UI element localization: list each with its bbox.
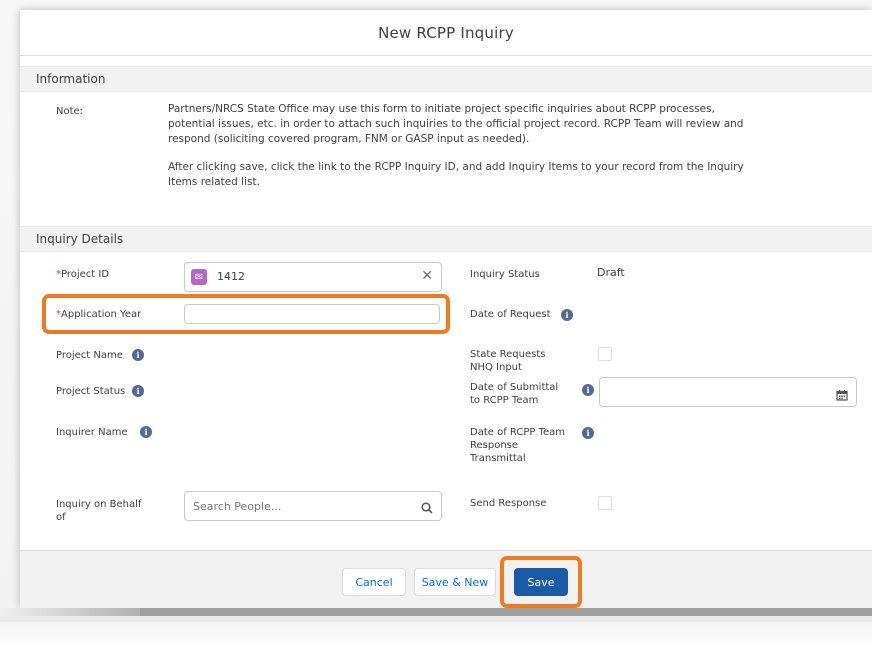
calendar-icon[interactable] (836, 386, 848, 401)
search-people-input[interactable] (193, 497, 403, 515)
project-id-field[interactable]: ✉ 1412 ✕ (184, 262, 442, 292)
section-information[interactable]: Information (20, 66, 872, 92)
state-requests-label: State Requests NHQ Input (470, 349, 546, 373)
note-line: After clicking save, click the link to t… (168, 161, 744, 173)
inquiry-status-value: Draft (597, 266, 625, 279)
modal-title: New RCPP Inquiry (378, 23, 514, 42)
date-of-request-label: Date of Request (470, 309, 551, 320)
inquiry-status-label: Inquiry Status (470, 269, 540, 280)
inquirer-name-label: Inquirer Name (56, 427, 128, 438)
note-line: potential issues, etc. in order to attac… (168, 118, 744, 130)
inquiry-on-behalf-label: Inquiry on Behalf of (56, 499, 142, 523)
info-icon[interactable]: i (561, 309, 573, 321)
project-id-value: 1412 (217, 270, 245, 283)
info-icon[interactable]: i (132, 385, 144, 397)
note-text: Partners/NRCS State Office may use this … (168, 102, 858, 190)
info-icon[interactable]: i (582, 427, 594, 439)
date-of-submittal-label: Date of Submittal to RCPP Team (470, 382, 559, 406)
close-icon[interactable]: ✕ (421, 268, 433, 284)
strip-dark (140, 608, 872, 616)
inquiry-on-behalf-field[interactable] (184, 491, 442, 521)
project-id-label: *Project ID (56, 269, 110, 280)
cancel-button[interactable]: Cancel (342, 568, 406, 596)
section-information-label: Information (36, 72, 106, 86)
info-icon[interactable]: i (582, 384, 594, 396)
note-label: Note: (56, 106, 84, 117)
send-response-checkbox[interactable] (598, 496, 612, 510)
note-line: respond (soliciting covered program, FNM… (168, 133, 530, 145)
date-of-response-label: Date of RCPP Team Response Transmittal (470, 427, 565, 464)
send-response-label: Send Response (470, 498, 547, 509)
envelope-icon: ✉ (191, 269, 207, 285)
save-new-button[interactable]: Save & New (414, 568, 496, 596)
info-icon[interactable]: i (132, 349, 144, 361)
modal-footer: Cancel Save & New Save (20, 550, 872, 608)
project-name-label: Project Name (56, 350, 123, 361)
new-inquiry-modal: New RCPP Inquiry Information Note: Partn… (20, 10, 872, 608)
state-requests-checkbox[interactable] (598, 347, 612, 361)
application-year-highlight (42, 294, 450, 334)
note-line: Partners/NRCS State Office may use this … (168, 103, 715, 115)
date-of-submittal-field[interactable] (599, 377, 857, 407)
project-status-label: Project Status (56, 386, 126, 397)
section-inquiry-details-label: Inquiry Details (36, 232, 124, 246)
modal-header: New RCPP Inquiry (20, 10, 872, 56)
note-line: Items related list. (168, 176, 260, 188)
save-button-highlight (500, 556, 582, 608)
info-icon[interactable]: i (140, 426, 152, 438)
bottom-strip (0, 608, 872, 650)
search-icon[interactable] (421, 499, 433, 514)
section-inquiry-details[interactable]: Inquiry Details (20, 226, 872, 252)
strip-fade (0, 608, 140, 616)
